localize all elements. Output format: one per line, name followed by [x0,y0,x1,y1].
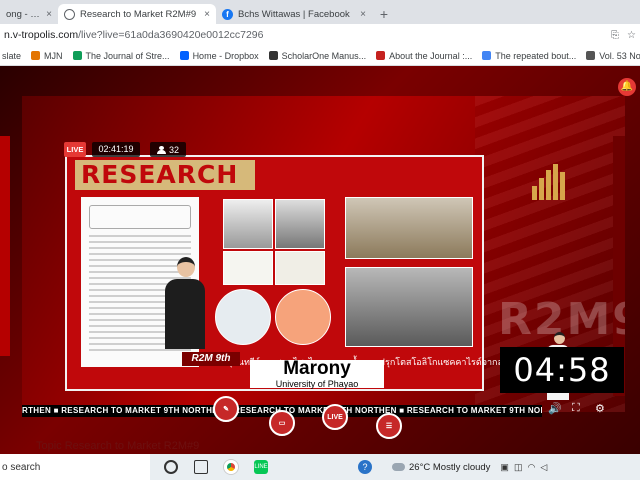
bookmark-item[interactable]: slate [2,51,21,61]
elapsed-timer: 02:41:19 [92,142,140,157]
help-icon[interactable]: ? [358,460,372,474]
dropbox-icon [179,51,189,60]
bookmark-item[interactable]: ScholarOne Manus... [268,51,366,61]
lab-photo [275,199,325,249]
taskbar: o search LINE ? 26°C Mostly cloudy ▣ ◫ ◠… [0,454,640,480]
tab-title: ong - Outl [6,8,41,20]
live-button[interactable]: LIVE [322,404,348,430]
globe-icon [64,8,75,20]
name-card: Marony University of Phayao [250,358,384,389]
taskbar-search[interactable]: o search [0,454,150,480]
system-tray: ▣ ◫ ◠ ◁ [500,462,547,473]
close-icon[interactable]: × [46,9,52,20]
volume-icon[interactable]: 🔊 [548,402,562,415]
address-bar[interactable]: n.v-tropolis.com/live?live=61a0da3690420… [0,24,640,46]
facebook-icon: f [222,8,233,20]
presenter-photo [165,257,207,352]
url-path: /live?live=61a0da3690420e0012cc7296 [78,29,264,41]
action-button-4[interactable]: ☰ [376,413,402,439]
bookmark-item[interactable]: The repeated bout... [482,51,576,61]
document-icon: ☰ [385,423,393,430]
close-icon[interactable]: × [360,9,366,20]
action-button-1[interactable]: ✎ [213,396,239,422]
tab-facebook[interactable]: f Bchs Wittawas | Facebook × [216,4,372,24]
viewers-icon [156,145,166,154]
viewer-count-value: 32 [168,144,179,155]
molecule-diagram [89,205,191,229]
weather-text: 26°C Mostly cloudy [409,461,491,473]
bookmark-icon [376,51,386,60]
culture-photo [275,289,331,345]
decorative-strip [0,136,10,356]
lab-photo [223,199,273,249]
wifi-icon[interactable]: ◠ [527,462,535,473]
sound-icon[interactable]: ◁ [540,462,547,473]
star-icon[interactable]: ☆ [627,30,636,41]
slide-banner: RESEARCH [75,160,255,190]
presenter-name: Marony [283,358,351,379]
bookmark-item[interactable]: MJN [31,51,63,61]
bookmarks-bar: slate MJN The Journal of Stre... Home - … [0,46,640,66]
tray-icon[interactable]: ▣ [500,462,509,473]
bookmark-icon [31,51,41,60]
workshop-photo [345,267,473,347]
browser-tab-bar: ong - Outl × Research to Market R2M#9 × … [0,0,640,24]
url-host: n.v-tropolis.com [4,29,79,41]
bookmark-item[interactable]: Vol. 53 No. 1 (2020) [586,51,640,61]
lower-third: R2M 9th Marony University of Phayao [22,352,482,389]
network-icon[interactable]: ◫ [514,462,523,473]
chat-icon: ▭ [278,420,286,427]
notification-bell-icon[interactable]: 🔔 [618,78,636,96]
bookmark-item[interactable]: The Journal of Stre... [72,51,170,61]
topic-label: Topic Research to Market R2M#9 [36,440,200,452]
new-tab-button[interactable]: + [372,4,396,24]
live-badge: LIVE [64,142,86,157]
tab-title: Bchs Wittawas | Facebook [238,8,350,20]
fullscreen-icon[interactable]: ⛶ [572,402,580,415]
translate-icon[interactable]: ⎘ [611,30,619,41]
livestream-page: 🔔 RESEARCH จุลิ [0,66,640,454]
event-logo [532,164,604,220]
microscope-photo [215,289,271,345]
google-icon [482,51,492,60]
task-view-icon[interactable] [194,460,208,474]
line-app-icon[interactable]: LINE [254,460,268,474]
viewer-count: 32 [150,142,186,157]
weather-widget[interactable]: 26°C Mostly cloudy [392,462,490,473]
countdown-timer: 04:58 [500,347,624,393]
cortana-icon[interactable] [164,460,178,474]
bookmark-item[interactable]: Home - Dropbox [179,51,259,61]
petri-dish-photo [275,251,325,285]
cloud-icon [392,463,405,471]
tab-outlook[interactable]: ong - Outl × [0,4,58,24]
event-tag: R2M 9th [182,352,240,366]
url-field[interactable]: n.v-tropolis.com/live?live=61a0da3690420… [4,29,263,41]
bookmark-icon [72,51,82,60]
gear-icon[interactable]: ⚙ [595,402,605,415]
action-button-2[interactable]: ▭ [269,410,295,436]
product-photo [345,197,473,259]
close-icon[interactable]: × [204,9,210,20]
tab-title: Research to Market R2M#9 [80,8,197,20]
tab-research-to-market[interactable]: Research to Market R2M#9 × [58,4,216,24]
petri-dish-photo [223,251,273,285]
bookmark-item[interactable]: About the Journal :... [376,51,472,61]
bookmark-icon [586,51,596,60]
bookmark-icon [268,51,278,60]
presenter-org: University of Phayao [275,379,359,389]
speaker-icon: ✎ [223,406,229,413]
chrome-icon[interactable] [224,460,238,474]
